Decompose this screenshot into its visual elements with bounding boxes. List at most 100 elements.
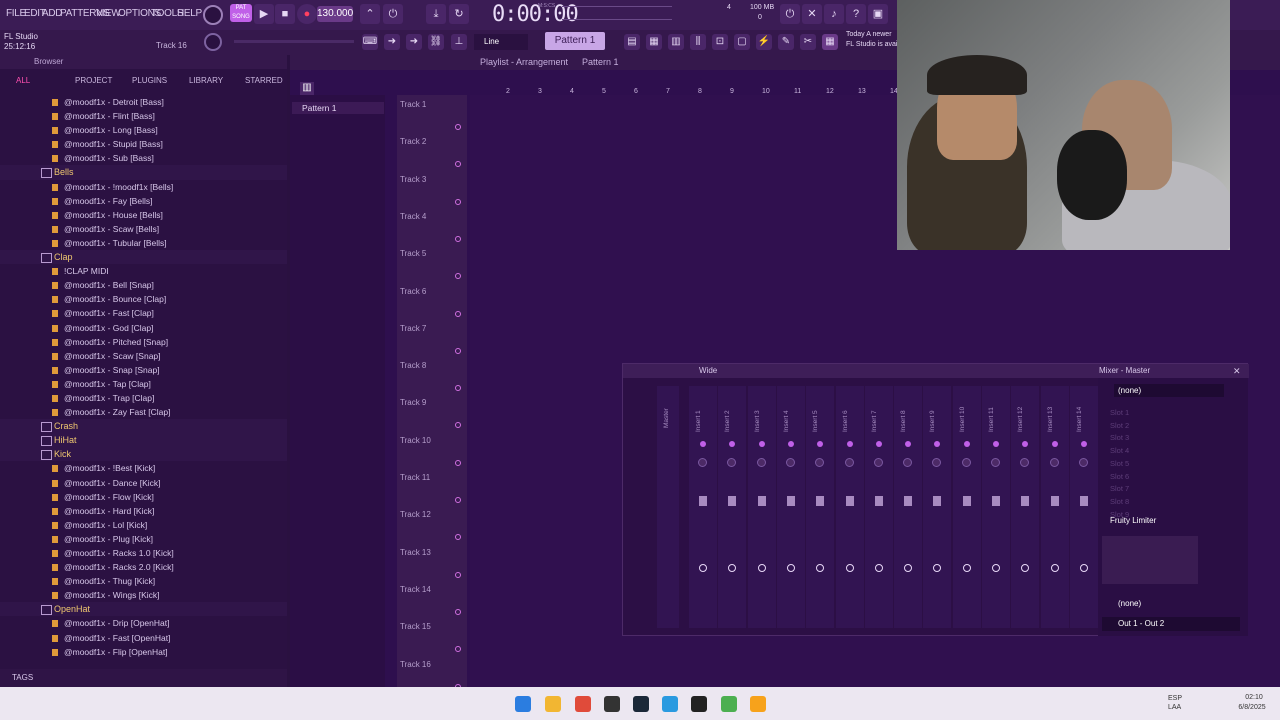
pan-knob[interactable] <box>932 458 942 467</box>
track-label[interactable]: Track 5 <box>400 249 426 258</box>
pattern-item[interactable]: Pattern 1 <box>292 102 384 114</box>
pan-knob[interactable] <box>1049 458 1059 467</box>
browser-file[interactable]: @moodf1x - Wings [Kick] <box>0 588 287 602</box>
volume-fader[interactable] <box>728 496 737 506</box>
play-icon[interactable]: ▶ <box>254 4 274 24</box>
pan-knob[interactable] <box>698 458 707 467</box>
track-mute-led[interactable] <box>455 161 461 168</box>
browser-file[interactable]: @moodf1x - Snap [Snap] <box>0 363 287 377</box>
language-indicator[interactable]: ESP <box>1168 695 1182 702</box>
browser-file[interactable]: @moodf1x - Fay [Bells] <box>0 194 287 208</box>
app-icon[interactable] <box>604 696 620 712</box>
track-label[interactable]: Track 4 <box>400 212 426 221</box>
route-ring[interactable] <box>1079 564 1088 572</box>
route-ring[interactable] <box>992 564 1000 572</box>
volume-fader[interactable] <box>992 496 1000 506</box>
browser-file[interactable]: @moodf1x - Pitched [Snap] <box>0 335 287 349</box>
menu-file[interactable]: FILE <box>6 8 26 19</box>
track-label[interactable]: Track 13 <box>400 548 431 557</box>
mixer-insert-strip[interactable]: Insert 4 <box>776 386 805 628</box>
track-label[interactable]: Track 9 <box>400 398 426 407</box>
master-volume-knob[interactable] <box>203 5 223 25</box>
track-label[interactable]: Track 2 <box>400 137 426 146</box>
insert-mute-led[interactable] <box>758 441 765 447</box>
volume-fader[interactable] <box>1021 496 1030 506</box>
route-ring[interactable] <box>845 564 854 572</box>
route-ring[interactable] <box>874 564 883 572</box>
news-icon[interactable]: ▦ <box>822 34 838 50</box>
track-label[interactable]: Track 8 <box>400 361 426 370</box>
mixer-icon[interactable]: ⫼ <box>690 34 706 50</box>
browser-file[interactable]: @moodf1x - Bell [Snap] <box>0 278 287 292</box>
volume-fader[interactable] <box>933 496 942 506</box>
volume-fader[interactable] <box>962 496 971 506</box>
effect-slot[interactable]: Slot 6 <box>1110 472 1129 481</box>
route-ring[interactable] <box>962 564 971 572</box>
piano-roll-icon[interactable]: ▦ <box>646 34 662 50</box>
tab-library[interactable]: LIBRARY <box>189 76 223 85</box>
pan-knob[interactable] <box>991 458 1000 467</box>
effect-slot[interactable]: Slot 1 <box>1110 408 1129 417</box>
volume-fader[interactable] <box>1050 496 1059 506</box>
pitch-knob[interactable] <box>204 33 222 51</box>
browser-file[interactable]: @moodf1x - Fast [Clap] <box>0 306 287 320</box>
route-ring[interactable] <box>816 564 825 572</box>
save-icon[interactable]: ▣ <box>868 4 888 24</box>
tempo-display[interactable]: 130.000 <box>317 6 353 22</box>
insert-mute-led[interactable] <box>1051 441 1058 447</box>
track-label[interactable]: Track 1 <box>400 100 426 109</box>
track-label[interactable]: Track 11 <box>400 473 430 482</box>
snap-select[interactable]: Line <box>474 34 528 50</box>
browser-file[interactable]: @moodf1x - Flint [Bass] <box>0 109 287 123</box>
track-mute-led[interactable] <box>455 646 461 653</box>
browser-file[interactable]: @moodf1x - Detroit [Bass] <box>0 95 287 109</box>
news-line-2[interactable]: FL Studio is avai <box>846 41 898 48</box>
browser-file[interactable]: @moodf1x - Stupid [Bass] <box>0 137 287 151</box>
insert-mute-led[interactable] <box>934 441 941 447</box>
pattern-selector[interactable]: Pattern 1 <box>545 32 605 50</box>
route-ring[interactable] <box>699 564 707 572</box>
mixer-insert-strip[interactable]: Insert 8 <box>894 386 923 628</box>
browser-folder[interactable]: OpenHat <box>0 602 287 617</box>
browser-file[interactable]: @moodf1x - Tap [Clap] <box>0 377 287 391</box>
track-mute-led[interactable] <box>455 347 461 354</box>
insert-mute-led[interactable] <box>817 441 824 447</box>
browser-icon[interactable]: ⊡ <box>712 34 728 50</box>
track-label[interactable]: Track 7 <box>400 324 426 333</box>
output-select[interactable]: Out 1 - Out 2 <box>1102 617 1240 631</box>
browser-file[interactable]: @moodf1x - Thug [Kick] <box>0 574 287 588</box>
record-icon[interactable]: ● <box>297 4 317 24</box>
playlist-icon[interactable]: ▤ <box>624 34 640 50</box>
insert-mute-led[interactable] <box>1022 441 1029 447</box>
mixer-close-icon[interactable]: ✕ <box>1233 364 1241 378</box>
pat-song-toggle[interactable]: PAT SONG <box>230 4 252 22</box>
mixer-insert-strip[interactable]: Insert 1 <box>689 386 717 628</box>
browser-folder[interactable]: HiHat <box>0 433 287 448</box>
browser-file[interactable]: @moodf1x - Scaw [Bells] <box>0 222 287 236</box>
pan-knob[interactable] <box>756 458 766 467</box>
insert-mute-led[interactable] <box>846 441 853 447</box>
route-ring[interactable] <box>904 564 913 572</box>
mixer-insert-strip[interactable]: Insert 6 <box>835 386 864 628</box>
track-mute-led[interactable] <box>455 459 461 466</box>
link-icon[interactable]: ⛓ <box>428 34 444 50</box>
pan-knob[interactable] <box>873 458 883 467</box>
route-ring[interactable] <box>1021 564 1030 572</box>
pan-knob[interactable] <box>961 458 971 467</box>
insert-mute-led[interactable] <box>787 441 794 447</box>
effect-slot[interactable]: Slot 2 <box>1110 421 1129 430</box>
browser-file[interactable]: @moodf1x - !Best [Kick] <box>0 461 287 475</box>
effect-slot[interactable]: Slot 4 <box>1110 446 1129 455</box>
wrench-icon[interactable]: ✂ <box>800 34 816 50</box>
browser-folder[interactable]: Bells <box>0 165 287 180</box>
track-mute-led[interactable] <box>455 198 461 205</box>
tab-plugins[interactable]: PLUGINS <box>132 76 167 85</box>
news-line-1[interactable]: Today A newer <box>846 31 892 38</box>
route-ring[interactable] <box>1050 564 1059 572</box>
countdown-icon[interactable]: ⤓ <box>426 4 446 24</box>
track-mute-led[interactable] <box>455 385 461 392</box>
volume-fader[interactable] <box>904 496 913 506</box>
fl-studio-icon[interactable] <box>750 696 766 712</box>
browser-folder[interactable]: Kick <box>0 447 287 462</box>
track-label[interactable]: Track 16 <box>400 660 431 669</box>
